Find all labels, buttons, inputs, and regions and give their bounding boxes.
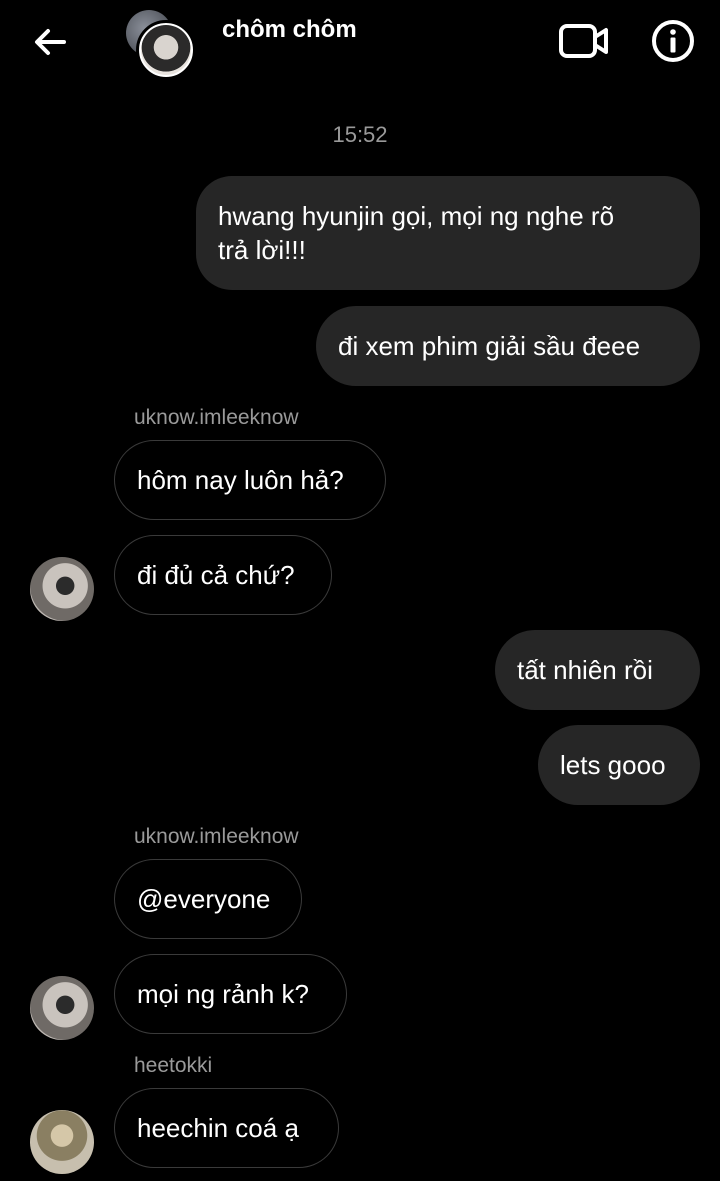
message-text: tất nhiên rồi — [517, 655, 653, 685]
message-text-line: trả lời!!! — [218, 235, 306, 265]
timestamp: 15:52 — [332, 122, 388, 147]
message-text: đi đủ cả chứ? — [137, 560, 295, 590]
message-text: hôm nay luôn hả? — [137, 465, 344, 495]
sender-name: uknow.imleeknow — [134, 825, 299, 848]
message-incoming[interactable]: mọi ng rảnh k? — [114, 954, 347, 1034]
message-text: mọi ng rảnh k? — [137, 979, 309, 1009]
message-outgoing[interactable]: hwang hyunjin gọi, mọi ng nghe rõ trả lờ… — [196, 176, 700, 290]
chat-header: chôm chôm — [0, 0, 720, 90]
message-incoming[interactable]: heechin coá ạ — [114, 1088, 339, 1168]
group-avatar[interactable] — [122, 8, 198, 80]
avatar[interactable] — [30, 976, 94, 1040]
info-icon[interactable] — [650, 18, 696, 64]
message-outgoing[interactable]: đi xem phim giải sầu đeee — [316, 306, 700, 386]
sender-name: heetokki — [134, 1054, 213, 1077]
message-outgoing[interactable]: tất nhiên rồi — [495, 630, 700, 710]
member-avatar-front — [136, 20, 196, 80]
chat-title[interactable]: chôm chôm — [222, 16, 357, 44]
message-incoming[interactable]: đi đủ cả chứ? — [114, 535, 332, 615]
message-incoming[interactable]: hôm nay luôn hả? — [114, 440, 386, 520]
message-text: đi xem phim giải sầu đeee — [338, 331, 641, 361]
sender-name: uknow.imleeknow — [134, 406, 299, 429]
video-camera-icon[interactable] — [558, 20, 610, 62]
message-text-line: hwang hyunjin gọi, mọi ng nghe rõ — [218, 201, 615, 231]
message-outgoing[interactable]: lets gooo — [538, 725, 700, 805]
message-text: @everyone — [137, 884, 271, 914]
avatar[interactable] — [30, 1110, 94, 1174]
arrow-left-icon[interactable] — [28, 20, 72, 64]
message-text: lets gooo — [560, 750, 666, 780]
message-incoming[interactable]: @everyone — [114, 859, 302, 939]
avatar[interactable] — [30, 557, 94, 621]
message-text: heechin coá ạ — [137, 1113, 299, 1143]
